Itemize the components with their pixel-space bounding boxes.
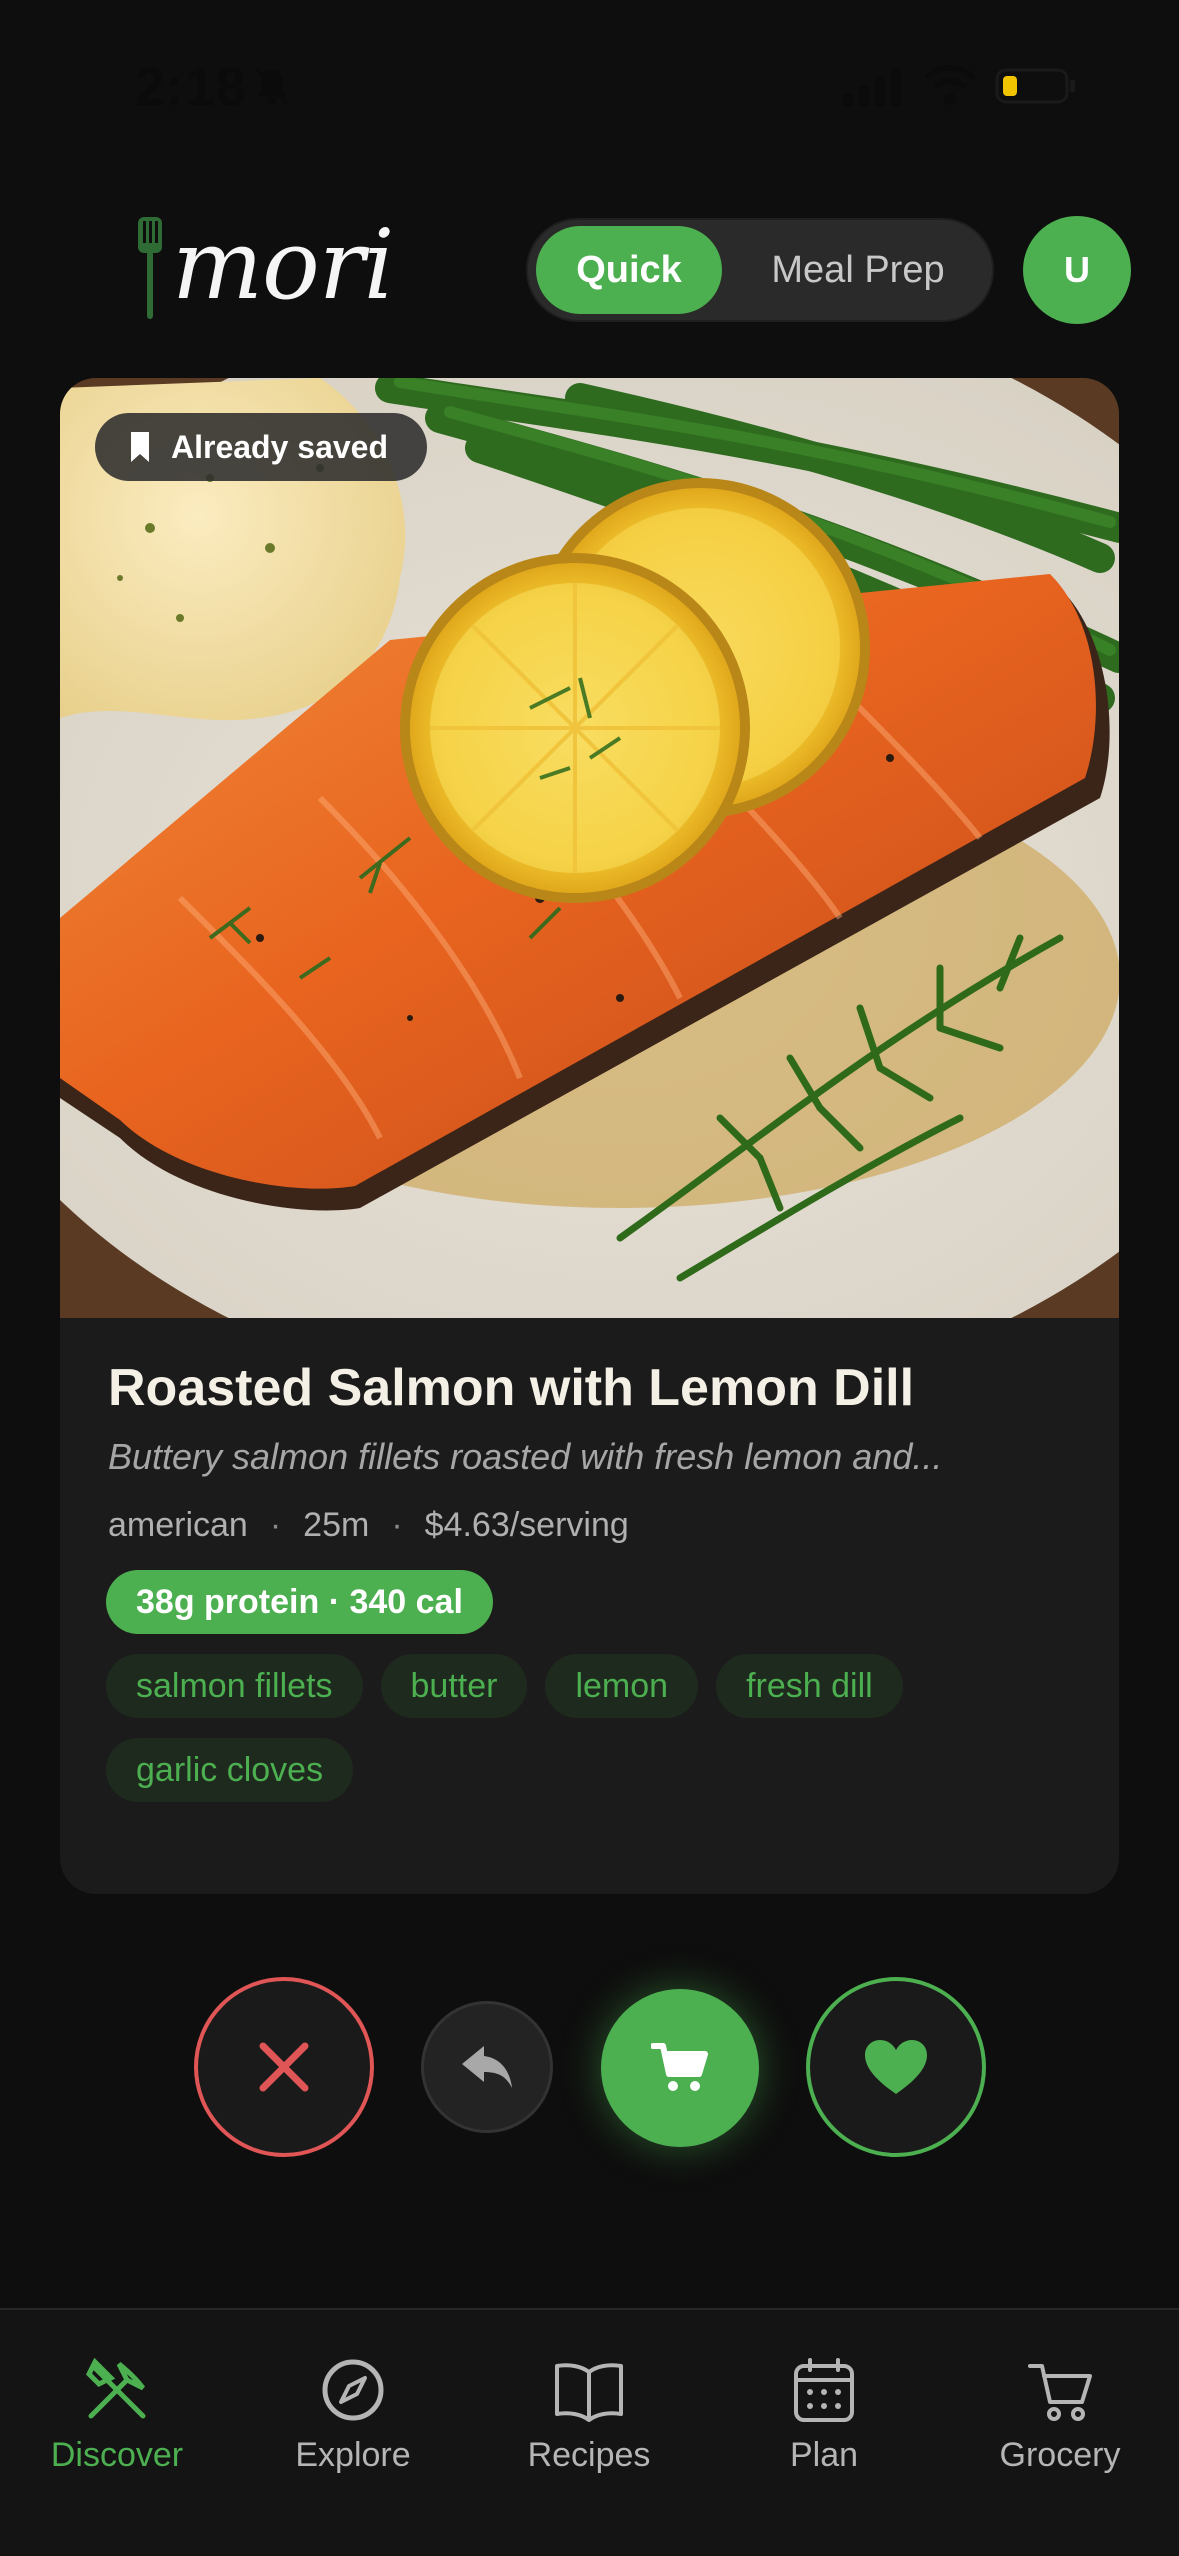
nav-label-recipes: Recipes [527,2436,651,2474]
ingredient-tag: butter [380,1654,528,1718]
fork-logo-icon [138,217,162,319]
app-logo: mori [130,209,394,325]
like-button[interactable] [806,1977,986,2157]
meta-separator: · [269,1506,282,1544]
dislike-button[interactable] [194,1977,374,2157]
nav-item-explore[interactable]: Explore [253,2354,453,2475]
book-icon [555,2363,623,2422]
already-saved-badge: Already saved [95,413,427,481]
x-icon [259,2042,309,2092]
nav-label-explore: Explore [295,2436,411,2474]
status-time: 2:18 [135,57,248,117]
nav-label-grocery: Grocery [999,2436,1121,2474]
undo-button[interactable] [421,2001,553,2133]
ingredient-tags: salmon fillets butter lemon fresh dill g… [106,1654,1066,1802]
nav-item-recipes[interactable]: Recipes [489,2354,689,2475]
recipe-image [60,378,1119,1318]
avatar[interactable]: U [1023,216,1131,324]
recipe-title: Roasted Salmon with Lemon Dill [108,1359,915,1417]
ingredient-tag: salmon fillets [106,1654,363,1718]
mode-quick-button[interactable]: Quick [536,226,722,314]
nav-label-discover: Discover [50,2436,184,2474]
recipe-cuisine: american [108,1506,248,1544]
heart-icon [865,2040,927,2094]
recipe-time: 25m [303,1506,370,1544]
fork-knife-icon [85,2357,146,2419]
logo-text: mori [172,209,394,321]
add-to-cart-button[interactable] [601,1989,759,2147]
status-bar: 2:18 [0,0,1179,175]
cart-icon [1028,2364,1092,2421]
calendar-icon [794,2358,854,2422]
recipe-meta: american · 25m · $4.63/serving [108,1506,629,1545]
ingredient-tag: fresh dill [716,1654,903,1718]
nav-item-grocery[interactable]: Grocery [960,2354,1160,2475]
saved-badge-label: Already saved [171,428,389,465]
undo-icon [462,2046,512,2088]
bookmark-icon [131,432,149,462]
battery-icon [995,68,1075,104]
recipe-price: $4.63/serving [424,1506,629,1544]
recipe-description: Buttery salmon fillets roasted with fres… [108,1436,943,1477]
bottom-nav: Discover Explore Recipes Plan Grocery [0,2308,1179,2556]
nav-item-discover[interactable]: Discover [17,2354,217,2475]
ingredient-tag: garlic cloves [106,1738,354,1802]
wifi-icon [923,65,977,105]
nav-item-plan[interactable]: Plan [724,2354,924,2475]
meta-separator: · [391,1506,403,1544]
signal-icon [843,68,901,106]
ingredient-tag: lemon [545,1654,699,1718]
mode-meal-prep-button[interactable]: Meal Prep [728,226,988,314]
nav-label-plan: Plan [789,2436,859,2474]
bell-muted-icon [254,66,290,106]
cart-icon [651,2043,708,2091]
compass-icon [322,2359,384,2421]
nutrition-badge: 38g protein · 340 cal [106,1570,493,1634]
mode-toggle: Quick Meal Prep [526,218,994,322]
recipe-card[interactable]: Already saved Roasted Salmon with Lemon … [60,378,1119,1894]
